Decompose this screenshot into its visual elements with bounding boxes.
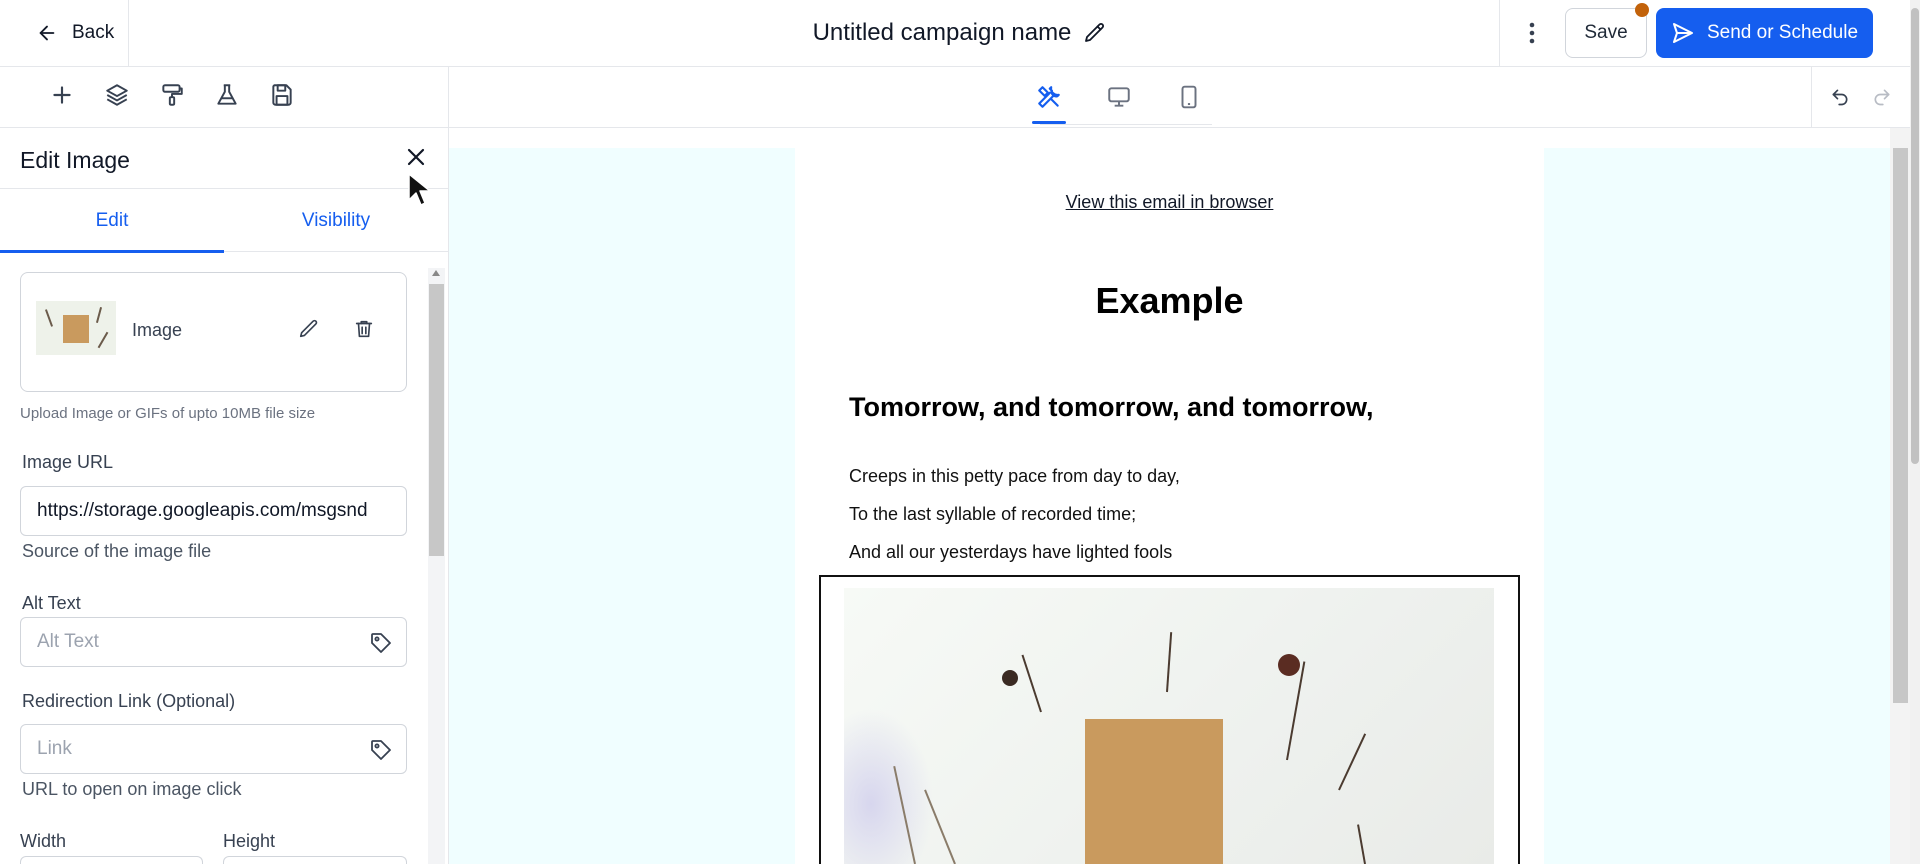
hero-box bbox=[1085, 719, 1223, 864]
tools-icon[interactable] bbox=[1032, 80, 1066, 124]
image-url-help: Source of the image file bbox=[22, 541, 212, 561]
email-line[interactable]: Creeps in this petty pace from day to da… bbox=[849, 466, 1180, 487]
height-input[interactable] bbox=[223, 856, 407, 864]
hero-image[interactable] bbox=[844, 588, 1494, 864]
divider bbox=[1499, 0, 1500, 66]
tab-edit[interactable]: Edit bbox=[0, 189, 224, 253]
back-button[interactable]: Back bbox=[36, 16, 114, 50]
send-icon bbox=[1672, 23, 1693, 43]
more-options-icon[interactable] bbox=[1518, 16, 1546, 50]
mobile-icon[interactable] bbox=[1172, 80, 1206, 114]
mouse-cursor-icon bbox=[408, 173, 431, 206]
image-url-input[interactable]: https://storage.googleapis.com/msgsnd bbox=[20, 486, 407, 536]
alt-text-placeholder: Alt Text bbox=[37, 631, 99, 652]
editor-toolbar bbox=[0, 67, 1920, 128]
arrow-left-icon bbox=[39, 25, 55, 41]
thumbnail-box bbox=[63, 315, 89, 343]
hero-flower bbox=[1278, 654, 1300, 676]
height-label: Height bbox=[223, 831, 276, 851]
redirect-label: Redirection Link (Optional) bbox=[22, 691, 236, 711]
plus-icon[interactable] bbox=[48, 81, 76, 109]
alt-text-input[interactable]: Alt Text bbox=[20, 617, 407, 667]
email-subheading[interactable]: Tomorrow, and tomorrow, and tomorrow, bbox=[849, 392, 1373, 423]
email-canvas: View this email in browser Example Tomor… bbox=[449, 128, 1890, 864]
hero-lavender-blur bbox=[844, 708, 934, 864]
hero-flower bbox=[1002, 670, 1018, 686]
redirect-link-input[interactable]: Link bbox=[20, 724, 407, 774]
image-card-label: Image bbox=[132, 320, 183, 340]
panel-tabs: Edit Visibility bbox=[0, 188, 448, 253]
panel-title: Edit Image bbox=[20, 147, 130, 173]
close-icon[interactable] bbox=[403, 144, 429, 170]
undo-icon[interactable] bbox=[1827, 84, 1853, 110]
pencil-icon[interactable] bbox=[1083, 21, 1107, 45]
width-input[interactable] bbox=[20, 856, 203, 864]
hero-twig bbox=[1357, 824, 1366, 864]
thumbnail-twig bbox=[95, 307, 103, 323]
send-label: Send or Schedule bbox=[1706, 22, 1859, 43]
send-or-schedule-button[interactable]: Send or Schedule bbox=[1656, 8, 1873, 58]
redirect-help: URL to open on image click bbox=[22, 779, 242, 799]
unsaved-indicator bbox=[1635, 3, 1649, 17]
width-label: Width bbox=[20, 831, 67, 851]
email-heading[interactable]: Example bbox=[795, 280, 1544, 322]
tag-icon[interactable] bbox=[369, 631, 393, 655]
alt-text-label: Alt Text bbox=[22, 593, 81, 613]
redo-icon[interactable] bbox=[1869, 84, 1895, 110]
image-card: Image bbox=[20, 272, 407, 392]
divider bbox=[128, 0, 129, 66]
upload-hint: Upload Image or GIFs of upto 10MB file s… bbox=[20, 405, 316, 422]
paint-roller-icon[interactable] bbox=[158, 81, 186, 109]
save-button[interactable]: Save bbox=[1565, 8, 1647, 58]
image-url-label: Image URL bbox=[22, 452, 114, 472]
campaign-name: Untitled campaign name bbox=[812, 19, 1072, 46]
divider bbox=[1811, 67, 1812, 128]
left-toolset bbox=[48, 81, 296, 109]
flask-icon[interactable] bbox=[213, 81, 241, 109]
campaign-title[interactable]: Untitled campaign name bbox=[813, 19, 1108, 47]
top-bar: Back Untitled campaign name Save Send or… bbox=[0, 0, 1920, 67]
thumbnail-twig bbox=[44, 309, 54, 327]
view-mode-tabs bbox=[1032, 80, 1206, 124]
back-label: Back bbox=[72, 22, 115, 43]
canvas-scrollbar-thumb[interactable] bbox=[1893, 148, 1908, 703]
edit-image-panel: Edit Image Edit Visibility Image Upload … bbox=[0, 128, 448, 864]
floppy-disk-icon[interactable] bbox=[268, 81, 296, 109]
pencil-icon[interactable] bbox=[298, 318, 322, 342]
email-line[interactable]: To the last syllable of recorded time; bbox=[849, 504, 1136, 525]
hero-twig bbox=[1021, 654, 1042, 713]
scroll-up-arrow[interactable] bbox=[432, 270, 440, 276]
image-url-value: https://storage.googleapis.com/msgsnd bbox=[37, 500, 368, 521]
window-scrollbar-thumb[interactable] bbox=[1911, 8, 1919, 464]
view-in-browser-link[interactable]: View this email in browser bbox=[795, 192, 1544, 213]
panel-scrollbar-thumb[interactable] bbox=[429, 284, 444, 556]
tag-icon[interactable] bbox=[369, 738, 393, 762]
thumbnail-twig bbox=[97, 331, 109, 349]
hero-twig bbox=[1286, 661, 1306, 761]
view-tabs-divider bbox=[1040, 124, 1212, 125]
layers-icon[interactable] bbox=[103, 81, 131, 109]
trash-icon[interactable] bbox=[353, 318, 377, 342]
hero-twig bbox=[1338, 733, 1367, 791]
email-body: View this email in browser Example Tomor… bbox=[795, 148, 1544, 864]
redirect-placeholder: Link bbox=[37, 738, 72, 759]
hero-twig bbox=[1166, 632, 1173, 693]
desktop-icon[interactable] bbox=[1102, 80, 1136, 114]
image-thumbnail bbox=[36, 301, 116, 355]
email-line[interactable]: And all our yesterdays have lighted fool… bbox=[849, 542, 1172, 563]
